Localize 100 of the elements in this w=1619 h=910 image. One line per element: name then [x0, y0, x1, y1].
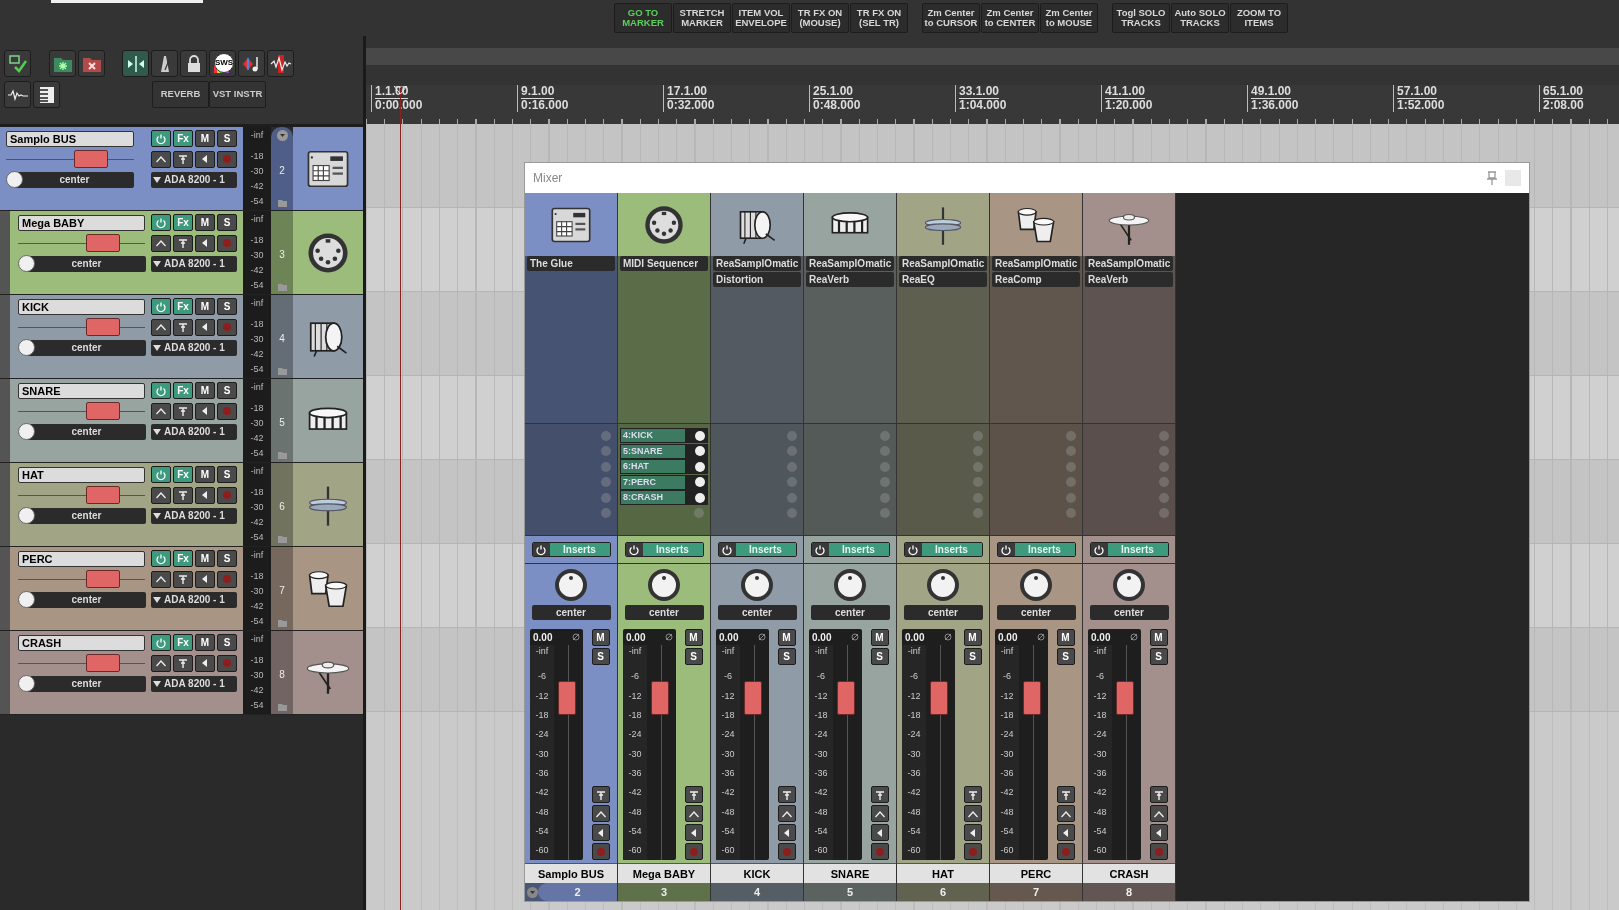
mute-button[interactable]: M [195, 130, 215, 147]
meter-scale-label: -24 [628, 728, 642, 742]
toolbar-button[interactable]: STRETCH MARKER [673, 3, 731, 33]
meter-scale-label: -42 [250, 599, 264, 613]
track-number-column[interactable]: 6 [271, 463, 293, 546]
fx-slot[interactable]: ReaSamplOmatic [713, 256, 801, 271]
solo-button[interactable]: S [217, 298, 237, 315]
strip-number-tab[interactable]: 5 [804, 883, 896, 901]
send-slot[interactable]: 4:KICK [620, 428, 708, 443]
fx-slot[interactable]: ReaSamplOmatic [899, 256, 987, 271]
output-dropdown[interactable]: ADA 8200 - 1 [151, 675, 237, 692]
solo-button[interactable]: S [777, 648, 796, 665]
solo-button[interactable]: S [684, 648, 703, 665]
toolbar-button[interactable]: TR FX ON (MOUSE) [791, 3, 849, 33]
toolbar-button[interactable]: Zm Center to CURSOR [922, 3, 980, 33]
strip-number-tab[interactable]: 4 [711, 883, 803, 901]
toolbar-icon-button[interactable]: SWS [209, 50, 236, 77]
track-number-column[interactable]: 8 [271, 631, 293, 714]
toolbar-button[interactable]: Zm Center to MOUSE [1040, 3, 1098, 33]
fx-slot[interactable]: ReaEQ [899, 272, 987, 287]
send-slot[interactable]: 5:SNARE [620, 443, 708, 459]
track-number-column[interactable]: 3 [271, 211, 293, 294]
solo-button[interactable]: S [217, 466, 237, 483]
bar-label: 41.1.00 [1105, 85, 1146, 99]
output-dropdown[interactable]: ADA 8200 - 1 [151, 507, 237, 524]
meter-scale-label: -48 [1000, 805, 1014, 819]
strip-number-tab[interactable]: 3 [618, 883, 710, 901]
meter-scale-label: -12 [1000, 689, 1014, 703]
mute-button[interactable]: M [195, 382, 215, 399]
mute-button[interactable]: M [195, 466, 215, 483]
fx-slot[interactable]: ReaSamplOmatic [992, 256, 1080, 271]
toolbar-button[interactable]: Togl SOLO TRACKS [1112, 3, 1170, 33]
solo-button[interactable]: S [870, 648, 889, 665]
solo-button[interactable]: S [1056, 648, 1075, 665]
fx-slot[interactable]: The Glue [527, 256, 615, 271]
strip-number-tab[interactable]: 2 [538, 883, 617, 901]
solo-button[interactable]: S [591, 648, 610, 665]
toolbar-button[interactable]: REVERB [152, 81, 209, 108]
track-number-column[interactable]: 2 [271, 127, 293, 210]
solo-button[interactable]: S [963, 648, 982, 665]
track-number-column[interactable]: 4 [271, 295, 293, 378]
mute-button[interactable]: M [684, 629, 703, 646]
meter-scale-label: -18 [250, 569, 264, 583]
send-slot[interactable]: 6:HAT [620, 459, 708, 474]
strip-number-tab[interactable]: 7 [990, 883, 1082, 901]
track-name-field[interactable]: CRASH [18, 634, 145, 651]
toolbar-button[interactable]: ITEM VOL ENVELOPE [732, 3, 790, 33]
toolbar-button[interactable]: Zm Center to CENTER [981, 3, 1039, 33]
mute-button[interactable]: M [195, 634, 215, 651]
track-number: 5 [279, 416, 285, 430]
output-dropdown[interactable]: ADA 8200 - 1 [151, 423, 237, 440]
track-name-field[interactable]: KICK [18, 298, 145, 315]
solo-button[interactable]: S [217, 382, 237, 399]
meter-scale-label: -54 [814, 825, 828, 839]
toolbar-button[interactable]: VST INSTR [209, 81, 266, 108]
toolbar-button[interactable]: TR FX ON (SEL TR) [850, 3, 908, 33]
strip-number-tab[interactable]: 6 [897, 883, 989, 901]
solo-button[interactable]: S [217, 550, 237, 567]
solo-button[interactable]: S [217, 130, 237, 147]
mute-button[interactable]: M [963, 629, 982, 646]
fx-slot[interactable]: ReaSamplOmatic [806, 256, 894, 271]
fx-slot[interactable]: ReaComp [992, 272, 1080, 287]
solo-button[interactable]: S [217, 214, 237, 231]
mute-button[interactable]: M [195, 550, 215, 567]
mute-button[interactable]: M [1149, 629, 1168, 646]
fx-slot[interactable]: ReaSamplOmatic [1085, 256, 1173, 271]
track-name-field[interactable]: PERC [18, 550, 145, 567]
mute-button[interactable]: M [870, 629, 889, 646]
meter-scale-label: -18 [1093, 709, 1107, 723]
output-dropdown[interactable]: ADA 8200 - 1 [151, 591, 237, 608]
meter-scale-label: -inf [721, 645, 735, 658]
bar-label: 49.1.00 [1251, 85, 1292, 99]
strip-number-tab[interactable]: 8 [1083, 883, 1175, 901]
output-dropdown[interactable]: ADA 8200 - 1 [151, 255, 237, 272]
track-name-field[interactable]: Mega BABY [18, 214, 145, 231]
solo-button[interactable]: S [217, 634, 237, 651]
output-dropdown[interactable]: ADA 8200 - 1 [151, 339, 237, 356]
track-name-field[interactable]: HAT [18, 466, 145, 483]
toolbar-button[interactable]: ZOOM TO ITEMS [1230, 3, 1288, 33]
track-number-column[interactable]: 7 [271, 547, 293, 630]
pan-readout: center [1089, 605, 1169, 620]
mute-button[interactable]: M [195, 214, 215, 231]
track-number-column[interactable]: 5 [271, 379, 293, 462]
mute-button[interactable]: M [591, 629, 610, 646]
mute-button[interactable]: M [1056, 629, 1075, 646]
fx-slot[interactable]: ReaVerb [1085, 272, 1173, 287]
fx-slot[interactable]: Distortion [713, 272, 801, 287]
track-name-field[interactable]: Samplo BUS [6, 130, 134, 147]
fx-slot[interactable]: ReaVerb [806, 272, 894, 287]
meter-scale-label: -60 [1093, 844, 1107, 858]
mute-button[interactable]: M [195, 298, 215, 315]
output-dropdown[interactable]: ADA 8200 - 1 [151, 171, 237, 188]
toolbar-button[interactable]: Auto SOLO TRACKS [1171, 3, 1229, 33]
toolbar-button[interactable]: GO TO MARKER [614, 3, 672, 33]
send-slot[interactable]: 7:PERC [620, 474, 708, 490]
mute-button[interactable]: M [777, 629, 796, 646]
fx-slot[interactable]: MIDI Sequencer [620, 256, 708, 271]
send-slot[interactable]: 8:CRASH [620, 490, 708, 505]
solo-button[interactable]: S [1149, 648, 1168, 665]
track-name-field[interactable]: SNARE [18, 382, 145, 399]
